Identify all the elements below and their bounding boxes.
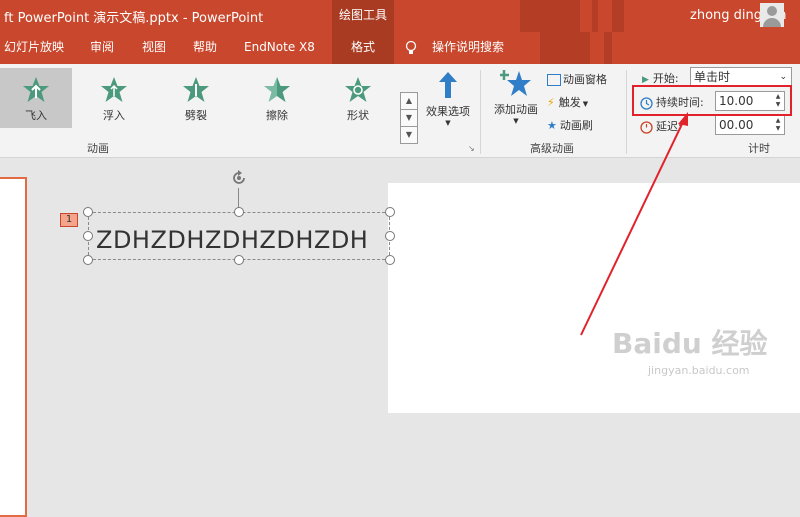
baidu-watermark: Baidu 经验 (612, 327, 768, 360)
baidu-watermark-url: jingyan.baidu.com (648, 364, 750, 377)
